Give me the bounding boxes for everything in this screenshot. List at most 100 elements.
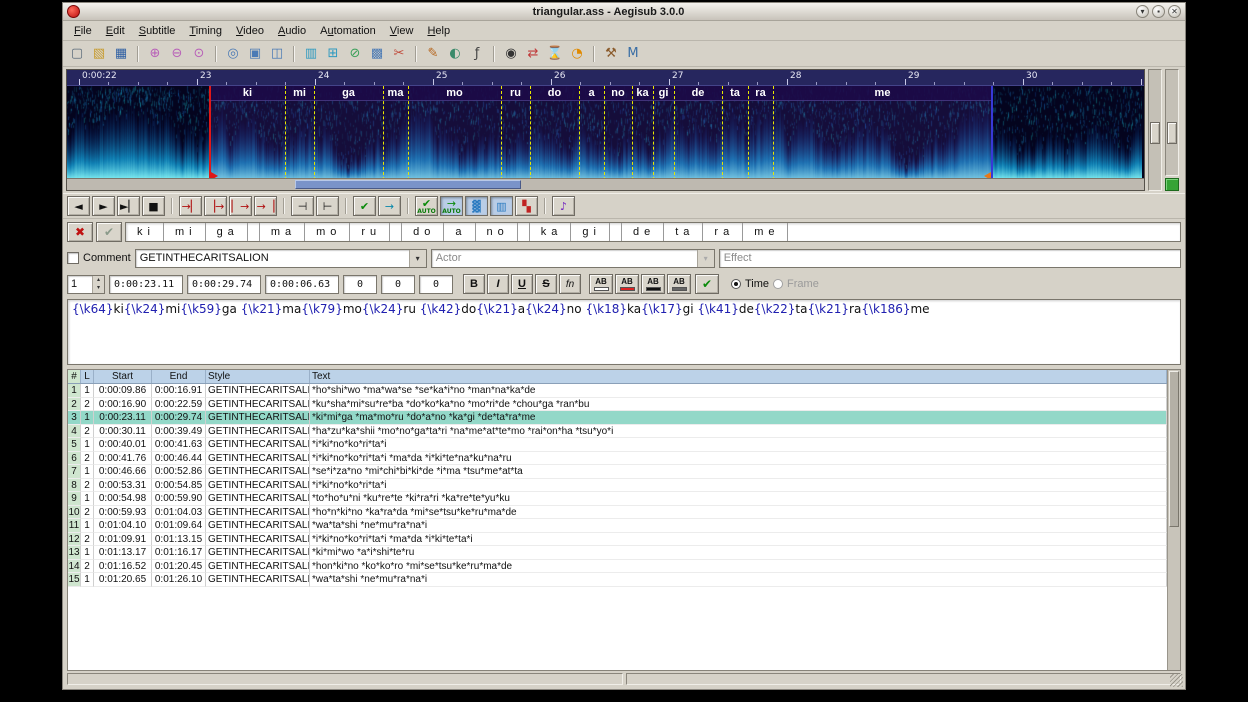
spectrum-analyzer-toggle[interactable]: ▓ bbox=[465, 196, 488, 216]
resample-resolution-button[interactable]: ⊞ bbox=[323, 44, 343, 64]
syllable-label[interactable]: ta bbox=[722, 87, 748, 100]
play-before-selection-button[interactable]: →▏ bbox=[179, 196, 202, 216]
split-syllable[interactable]: mo bbox=[305, 223, 350, 241]
add-lead-in-button[interactable]: ⊣ bbox=[291, 196, 314, 216]
add-lead-out-button[interactable]: ⊢ bbox=[316, 196, 339, 216]
subtitle-row[interactable]: 910:00:54.980:00:59.90GETINTHECARITSALIO… bbox=[68, 492, 1167, 506]
grid-column-header[interactable]: # bbox=[68, 370, 81, 383]
menu-view[interactable]: View bbox=[383, 23, 421, 39]
syllable-label[interactable]: me bbox=[773, 87, 992, 100]
syllable-boundary[interactable] bbox=[604, 86, 605, 180]
karaoke-syllable-strip[interactable]: kimigamamorudoanokagidetarame bbox=[125, 222, 1181, 242]
grid-column-header[interactable]: Text bbox=[310, 370, 1167, 383]
menu-automation[interactable]: Automation bbox=[313, 23, 383, 39]
play-last-500ms-button[interactable]: →▕ bbox=[254, 196, 277, 216]
audio-horizontal-zoom-slider[interactable] bbox=[1148, 69, 1162, 191]
subtitle-row[interactable]: 620:00:41.760:00:46.44GETINTHECARITSALIO… bbox=[68, 452, 1167, 466]
karaoke-mode-toggle[interactable]: ♪ bbox=[552, 196, 575, 216]
translation-assistant-button[interactable]: ◐ bbox=[445, 44, 465, 64]
syllable-boundary[interactable] bbox=[722, 86, 723, 180]
video-details-button[interactable]: ▥ bbox=[301, 44, 321, 64]
auto-goto-toggle[interactable]: →AUTO bbox=[440, 196, 463, 216]
subtitle-row[interactable]: 110:00:09.860:00:16.91GETINTHECARITSALIO… bbox=[68, 384, 1167, 398]
maximize-window-button[interactable]: ▪ bbox=[1152, 5, 1165, 18]
layer-spinner[interactable]: 1 ▴ ▾ bbox=[67, 275, 105, 294]
outline-color-button[interactable]: AB bbox=[641, 274, 665, 294]
audio-h-scrollbar[interactable] bbox=[67, 178, 1144, 190]
margin-field-1[interactable]: 0 bbox=[343, 275, 377, 294]
menu-file[interactable]: File bbox=[67, 23, 99, 39]
link-vertical-zoom-toggle[interactable] bbox=[1165, 178, 1179, 191]
subtitle-row[interactable]: 1310:01:13.170:01:16.17GETINTHECARITSALI… bbox=[68, 546, 1167, 560]
margin-field-2[interactable]: 0 bbox=[381, 275, 415, 294]
selection-start-marker[interactable] bbox=[209, 86, 211, 180]
syllable-label[interactable]: gi bbox=[653, 87, 674, 100]
subtitle-row[interactable]: 710:00:46.660:00:52.86GETINTHECARITSALIO… bbox=[68, 465, 1167, 479]
syllable-label[interactable]: mo bbox=[408, 87, 501, 100]
find-replace-button[interactable]: ◉ bbox=[501, 44, 521, 64]
new-file-button[interactable]: ▢ bbox=[67, 44, 87, 64]
underline-button[interactable]: U bbox=[511, 274, 533, 294]
subtitle-row[interactable]: 420:00:30.110:00:39.49GETINTHECARITSALIO… bbox=[68, 425, 1167, 439]
cancel-split-button[interactable]: ✖ bbox=[67, 222, 93, 242]
syllable-label[interactable]: ki bbox=[210, 87, 285, 100]
syllable-label[interactable]: ru bbox=[501, 87, 530, 100]
styling-assistant-button[interactable]: ✎ bbox=[423, 44, 443, 64]
start-time-field[interactable]: 0:00:23.11 bbox=[109, 275, 183, 294]
spin-down-icon[interactable]: ▾ bbox=[93, 284, 104, 293]
commit-check-button[interactable]: ✔ bbox=[695, 274, 719, 294]
end-time-field[interactable]: 0:00:29.74 bbox=[187, 275, 261, 294]
frame-radio[interactable] bbox=[773, 279, 783, 289]
syllable-boundary[interactable] bbox=[579, 86, 580, 180]
kanji-timer-button[interactable]: ◔ bbox=[567, 44, 587, 64]
zoom-100-button[interactable]: ⊙ bbox=[189, 44, 209, 64]
syllable-boundary[interactable] bbox=[314, 86, 315, 180]
font-face-button[interactable]: fn bbox=[559, 274, 581, 294]
syllable-label[interactable]: ra bbox=[748, 87, 773, 100]
styles-manager-button[interactable]: ✂ bbox=[389, 44, 409, 64]
audio-vertical-zoom-slider[interactable] bbox=[1165, 69, 1179, 176]
split-syllable[interactable]: ta bbox=[664, 223, 703, 241]
comment-checkbox[interactable] bbox=[67, 252, 79, 264]
automation-macros-button[interactable]: M bbox=[623, 44, 643, 64]
syllable-label[interactable]: ma bbox=[383, 87, 408, 100]
title-bar[interactable]: triangular.ass - Aegisub 3.0.0 ▾ ▪ ✕ bbox=[63, 3, 1185, 21]
primary-color-button[interactable]: AB bbox=[589, 274, 613, 294]
zoom-out-button[interactable]: ⊖ bbox=[167, 44, 187, 64]
automation-manager-button[interactable]: ⚒ bbox=[601, 44, 621, 64]
spin-up-icon[interactable]: ▴ bbox=[93, 276, 104, 285]
syllable-boundary[interactable] bbox=[632, 86, 633, 180]
previous-line-button[interactable]: ◄ bbox=[67, 196, 90, 216]
chevron-down-icon[interactable]: ▾ bbox=[409, 250, 426, 267]
split-syllable[interactable]: gi bbox=[571, 223, 610, 241]
audio-timeline[interactable]: 0:00:222324252627282930 bbox=[67, 70, 1144, 86]
grid-scrollbar-thumb[interactable] bbox=[1169, 371, 1179, 527]
effect-field[interactable]: Effect bbox=[719, 249, 1181, 268]
syllable-label[interactable]: mi bbox=[285, 87, 314, 100]
go-to-selection-button[interactable]: → bbox=[378, 196, 401, 216]
subtitle-row[interactable]: 1220:01:09.910:01:13.15GETINTHECARITSALI… bbox=[68, 533, 1167, 547]
properties-button[interactable]: ▣ bbox=[245, 44, 265, 64]
split-syllable[interactable]: a bbox=[444, 223, 475, 241]
play-after-selection-button[interactable]: ▕→ bbox=[204, 196, 227, 216]
margin-field-3[interactable]: 0 bbox=[419, 275, 453, 294]
menu-audio[interactable]: Audio bbox=[271, 23, 313, 39]
split-syllable[interactable]: mi bbox=[164, 223, 206, 241]
syllable-label[interactable]: de bbox=[674, 87, 722, 100]
syllable-boundary[interactable] bbox=[674, 86, 675, 180]
zoom-slider-thumb[interactable] bbox=[1150, 122, 1160, 144]
secondary-color-button[interactable]: AB bbox=[615, 274, 639, 294]
split-syllable[interactable]: ki bbox=[126, 223, 164, 241]
grid-column-header[interactable]: Style bbox=[206, 370, 310, 383]
actor-dropdown[interactable]: Actor ▾ bbox=[431, 249, 715, 268]
grid-scrollbar[interactable] bbox=[1167, 370, 1180, 670]
medusa-hotkeys-toggle[interactable]: ▚ bbox=[515, 196, 538, 216]
subtitle-row[interactable]: 1020:00:59.930:01:04.03GETINTHECARITSALI… bbox=[68, 506, 1167, 520]
timing-postprocessor-button[interactable]: ⌛ bbox=[545, 44, 565, 64]
next-line-button[interactable]: ► bbox=[92, 196, 115, 216]
split-syllable[interactable]: no bbox=[476, 223, 518, 241]
play-first-500ms-button[interactable]: ▏→ bbox=[229, 196, 252, 216]
syllable-boundary[interactable] bbox=[383, 86, 384, 180]
italic-button[interactable]: I bbox=[487, 274, 509, 294]
split-syllable[interactable]: ma bbox=[260, 223, 305, 241]
